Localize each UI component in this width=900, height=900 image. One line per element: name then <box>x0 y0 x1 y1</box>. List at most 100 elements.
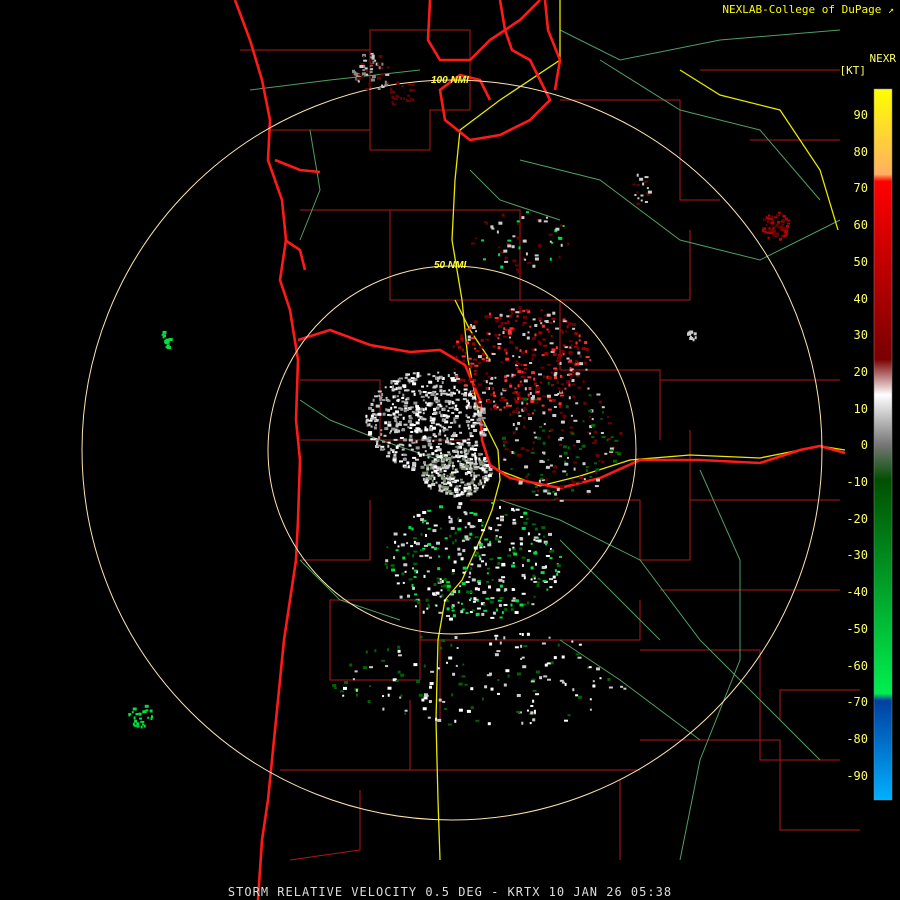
echo-pixel <box>422 445 427 449</box>
echo-pixel <box>504 379 508 383</box>
echo-pixel <box>413 562 416 565</box>
echo-pixel <box>460 610 464 614</box>
echo-pixel <box>360 63 365 65</box>
echo-pixel <box>402 556 406 560</box>
echo-pixel <box>457 547 461 551</box>
echo-pixel <box>497 346 501 350</box>
echo-pixel <box>509 450 512 453</box>
echo-pixel <box>525 517 529 520</box>
echo-pixel <box>490 527 493 531</box>
echo-pixel <box>602 411 604 414</box>
echo-pixel <box>438 611 443 614</box>
echo-pixel <box>565 405 569 409</box>
echo-pixel <box>408 526 412 530</box>
echo-pixel <box>534 257 539 261</box>
echo-pixel <box>437 567 441 571</box>
echo-pixel <box>461 539 465 542</box>
echo-pixel <box>406 552 410 555</box>
echo-pixel <box>549 557 553 560</box>
echo-pixel <box>446 661 448 664</box>
echo-pixel <box>434 450 438 452</box>
echo-pixel <box>473 467 478 470</box>
echo-pixel <box>454 636 458 639</box>
echo-pixel <box>559 374 562 378</box>
echo-pixel <box>472 342 476 346</box>
echo-pixel <box>476 607 481 610</box>
echo-pixel <box>775 223 779 226</box>
echo-pixel <box>559 499 564 502</box>
echo-pixel <box>448 515 451 519</box>
echo-pixel <box>456 441 460 444</box>
echo-pixel <box>500 515 504 518</box>
echo-pixel <box>424 450 427 453</box>
echo-pixel <box>537 539 542 543</box>
echo-pixel <box>476 422 481 425</box>
echo-pixel <box>471 478 474 482</box>
echo-pixel <box>632 183 636 186</box>
echo-pixel <box>579 448 582 450</box>
echo-pixel <box>400 96 403 100</box>
echo-pixel <box>778 225 782 228</box>
echo-pixel <box>399 595 403 599</box>
echo-pixel <box>568 380 570 384</box>
echo-pixel <box>527 473 530 476</box>
echo-pixel <box>497 524 502 527</box>
echo-pixel <box>578 334 581 338</box>
echo-pixel <box>149 709 153 713</box>
echo-pixel <box>591 418 594 421</box>
echo-pixel <box>573 419 578 422</box>
echo-pixel <box>409 427 413 429</box>
echo-pixel <box>515 367 519 370</box>
echo-pixel <box>442 418 445 422</box>
echo-pixel <box>762 227 767 231</box>
echo-pixel <box>575 694 579 697</box>
echo-pixel <box>441 639 446 643</box>
echo-pixel <box>423 461 426 465</box>
echo-pixel <box>471 333 475 337</box>
echo-pixel <box>543 220 548 223</box>
echo-pixel <box>373 418 376 421</box>
echo-pixel <box>530 711 534 715</box>
echo-pixel <box>538 373 542 376</box>
echo-pixel <box>467 449 470 453</box>
echo-pixel <box>599 677 602 680</box>
echo-pixel <box>469 432 473 435</box>
echo-pixel <box>434 583 437 586</box>
echo-pixel <box>378 436 380 440</box>
echo-pixel <box>478 361 482 365</box>
echo-pixel <box>499 584 503 588</box>
echo-pixel <box>485 562 487 566</box>
echo-pixel <box>473 525 476 528</box>
echo-pixel <box>469 532 473 536</box>
echo-pixel <box>569 359 572 363</box>
echo-pixel <box>556 488 560 492</box>
external-link-icon[interactable]: ↗ <box>888 5 894 16</box>
echo-pixel <box>384 421 388 425</box>
echo-pixel <box>434 460 438 464</box>
echo-pixel <box>436 400 438 403</box>
echo-pixel <box>474 440 478 444</box>
echo-pixel <box>488 358 491 362</box>
echo-pixel <box>427 527 431 530</box>
echo-pixel <box>786 225 789 228</box>
echo-pixel <box>467 492 471 495</box>
echo-pixel <box>477 587 480 591</box>
echo-pixel <box>340 690 344 693</box>
echo-pixel <box>463 379 466 383</box>
echo-pixel <box>398 413 403 416</box>
legend-tick: -60 <box>846 658 868 673</box>
echo-pixel <box>478 555 481 558</box>
echo-pixel <box>384 83 389 86</box>
echo-pixel <box>469 512 474 514</box>
echo-pixel <box>531 371 536 375</box>
echo-pixel <box>581 444 586 448</box>
echo-pixel <box>485 464 489 467</box>
echo-pixel <box>452 471 457 474</box>
echo-pixel <box>442 390 446 392</box>
echo-pixel <box>572 688 575 692</box>
echo-pixel <box>592 680 595 683</box>
echo-pixel <box>487 543 492 547</box>
echo-pixel <box>534 324 538 327</box>
echo-pixel <box>497 337 500 340</box>
echo-pixel <box>523 425 525 429</box>
